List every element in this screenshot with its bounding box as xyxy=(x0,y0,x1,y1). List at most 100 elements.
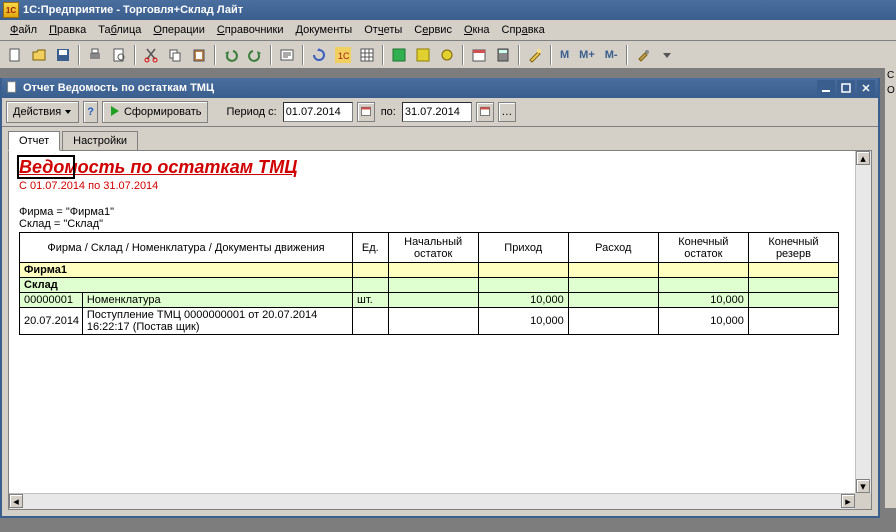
period-dialog-button[interactable]: … xyxy=(498,102,516,122)
period-to-picker[interactable] xyxy=(476,102,494,122)
th-group: Фирма / Склад / Номенклатура / Документы… xyxy=(20,233,353,263)
tab-settings[interactable]: Настройки xyxy=(62,131,138,150)
th-in: Приход xyxy=(478,233,568,263)
mminus-button[interactable]: M- xyxy=(601,44,622,66)
report-table: Фирма / Склад / Номенклатура / Документы… xyxy=(19,232,839,335)
table-icon[interactable] xyxy=(356,44,378,66)
tab-strip: Отчет Настройки xyxy=(8,131,872,150)
calc-icon[interactable] xyxy=(492,44,514,66)
child-titlebar: Отчет Ведомость по остаткам ТМЦ xyxy=(2,78,878,98)
period-from-input[interactable] xyxy=(283,102,353,122)
menu-file-label: айл xyxy=(18,24,37,36)
th-end: Конечный остаток xyxy=(658,233,748,263)
menu-windows[interactable]: Окна xyxy=(458,22,496,38)
th-out: Расход xyxy=(568,233,658,263)
scroll-up-button[interactable]: ▴ xyxy=(856,151,870,165)
mplus-button[interactable]: M+ xyxy=(575,44,599,66)
minimize-button[interactable] xyxy=(817,80,835,96)
app-title: 1С:Предприятие - Торговля+Склад Лайт xyxy=(23,4,243,16)
tool2-icon[interactable] xyxy=(412,44,434,66)
report-window: Отчет Ведомость по остаткам ТМЦ Действия… xyxy=(0,78,880,518)
cell-cursor xyxy=(17,155,75,179)
scroll-right-button[interactable]: ▸ xyxy=(841,494,855,508)
actions-label: Действия xyxy=(13,106,61,118)
row-sklad[interactable]: Склад xyxy=(20,278,839,293)
horizontal-scrollbar[interactable]: ◂ ▸ xyxy=(9,493,855,509)
row-document[interactable]: 20.07.2014 Поступление ТМЦ 0000000001 от… xyxy=(20,308,839,335)
tool3-icon[interactable] xyxy=(436,44,458,66)
scroll-left-button[interactable]: ◂ xyxy=(9,494,23,508)
child-title: Отчет Ведомость по остаткам ТМЦ xyxy=(23,82,214,94)
new-button[interactable] xyxy=(4,44,26,66)
undo-button[interactable] xyxy=(220,44,242,66)
wizard-icon[interactable] xyxy=(524,44,546,66)
refresh-icon[interactable] xyxy=(308,44,330,66)
report-filters: Фирма = "Фирма1" Склад = "Склад" xyxy=(19,206,845,230)
calendar-icon xyxy=(479,105,491,120)
menu-edit[interactable]: Правка xyxy=(43,22,92,38)
menubar: Файл Правка Таблица Операции Справочники… xyxy=(0,20,896,41)
m-button[interactable]: M xyxy=(556,44,573,66)
scroll-down-button[interactable]: ▾ xyxy=(856,479,870,493)
app-titlebar: 1С 1С:Предприятие - Торговля+Склад Лайт xyxy=(0,0,896,20)
calendar-icon xyxy=(360,105,372,120)
form-label: Сформировать xyxy=(124,106,202,118)
preview-button[interactable] xyxy=(108,44,130,66)
copy-button[interactable] xyxy=(164,44,186,66)
close-button[interactable] xyxy=(857,80,875,96)
right-label-o[interactable]: O xyxy=(885,83,896,98)
row-firma[interactable]: Фирма1 xyxy=(20,263,839,278)
th-unit: Ед. xyxy=(353,233,389,263)
menu-reports[interactable]: Отчеты xyxy=(358,22,408,38)
1c-icon[interactable]: 1C xyxy=(332,44,354,66)
menu-docs[interactable]: Документы xyxy=(290,22,359,38)
menu-operations[interactable]: Операции xyxy=(147,22,210,38)
tool1-icon[interactable] xyxy=(388,44,410,66)
period-to-label: по: xyxy=(379,106,398,118)
ellipsis-icon: … xyxy=(501,106,512,118)
open-button[interactable] xyxy=(28,44,50,66)
right-docked-panel: C O xyxy=(884,68,896,508)
main-toolbar: 1C M M+ M- xyxy=(0,41,896,69)
right-label-c[interactable]: C xyxy=(885,68,896,83)
report-scroll[interactable]: Ведомость по остаткам ТМЦ С 01.07.2014 п… xyxy=(9,151,855,493)
menu-refs[interactable]: Справочники xyxy=(211,22,290,38)
tab-report[interactable]: Отчет xyxy=(8,131,60,151)
save-button[interactable] xyxy=(52,44,74,66)
menu-table[interactable]: Таблица xyxy=(92,22,147,38)
settings-icon[interactable] xyxy=(632,44,654,66)
th-reserve: Конечный резерв xyxy=(748,233,838,263)
form-button[interactable]: Сформировать xyxy=(102,101,209,123)
app-icon: 1С xyxy=(3,2,19,18)
mdi-area: Отчет Ведомость по остаткам ТМЦ Действия… xyxy=(0,68,896,532)
menu-file[interactable]: Файл xyxy=(4,22,43,38)
menu-help[interactable]: Справка xyxy=(496,22,551,38)
actions-button[interactable]: Действия xyxy=(6,101,79,123)
filter-sklad: Склад = "Склад" xyxy=(19,218,845,230)
redo-button[interactable] xyxy=(244,44,266,66)
cut-button[interactable] xyxy=(140,44,162,66)
report-period: С 01.07.2014 по 31.07.2014 xyxy=(19,180,845,192)
row-nomenclature[interactable]: 00000001 Номенклатура шт. 10,000 10,000 xyxy=(20,293,839,308)
menu-service[interactable]: Сервис xyxy=(408,22,458,38)
filter-firma: Фирма = "Фирма1" xyxy=(19,206,845,218)
maximize-button[interactable] xyxy=(837,80,855,96)
calendar-icon[interactable] xyxy=(468,44,490,66)
svg-text:1C: 1C xyxy=(338,51,350,61)
print-button[interactable] xyxy=(84,44,106,66)
paste-button[interactable] xyxy=(188,44,210,66)
period-from-picker[interactable] xyxy=(357,102,375,122)
th-start: Начальный остаток xyxy=(388,233,478,263)
dropdown-icon[interactable] xyxy=(656,44,678,66)
document-icon xyxy=(5,80,19,97)
scroll-corner xyxy=(855,493,871,509)
vertical-scrollbar[interactable]: ▴ ▾ xyxy=(855,151,871,493)
child-toolbar: Действия ? Сформировать Период с: по: xyxy=(2,98,878,127)
find-button[interactable] xyxy=(276,44,298,66)
play-icon xyxy=(109,105,121,120)
report-area: Ведомость по остаткам ТМЦ С 01.07.2014 п… xyxy=(8,150,872,510)
period-from-label: Период с: xyxy=(224,106,278,118)
help-button[interactable]: ? xyxy=(83,101,98,123)
period-to-input[interactable] xyxy=(402,102,472,122)
help-icon: ? xyxy=(87,106,94,118)
